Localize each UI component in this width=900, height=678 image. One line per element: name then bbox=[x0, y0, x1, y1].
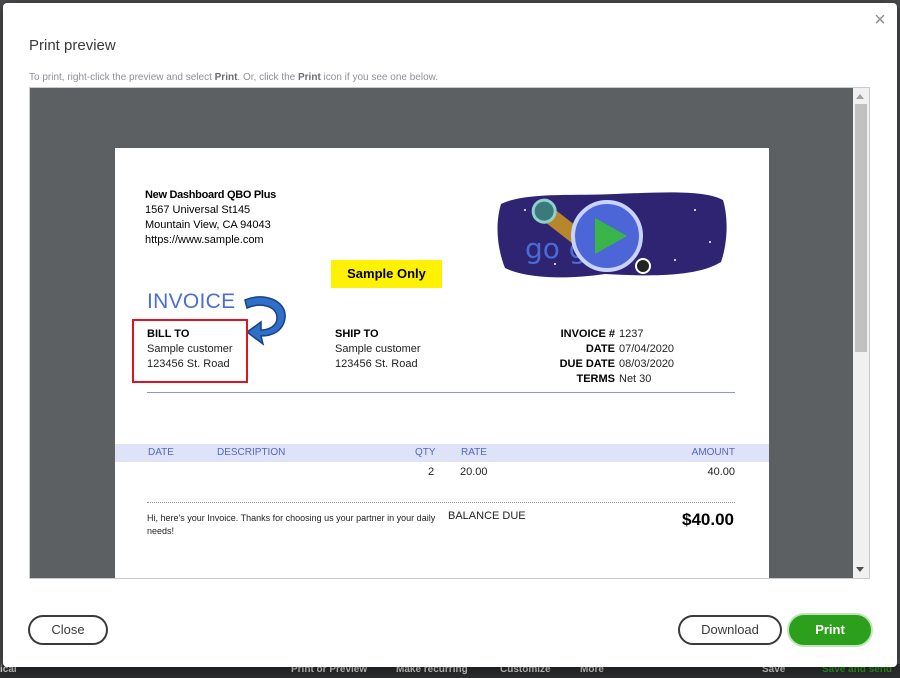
hint-text-1: To print, right-click the preview and se… bbox=[29, 72, 215, 83]
company-street: 1567 Universal St145 bbox=[145, 204, 251, 216]
hint-print-word-2: Print bbox=[298, 72, 321, 83]
header-divider bbox=[147, 392, 735, 393]
invoice-preview-frame[interactable]: New Dashboard QBO Plus 1567 Universal St… bbox=[29, 87, 870, 579]
meta-due-date: DUE DATE 08/03/2020 bbox=[545, 357, 674, 372]
invoice-heading: INVOICE bbox=[147, 290, 236, 313]
bill-to-address: 123456 St. Road bbox=[147, 358, 230, 370]
hint-text-3: icon if you see one below. bbox=[320, 72, 439, 83]
meta-key: DUE DATE bbox=[559, 358, 615, 370]
line-items-header: DATE DESCRIPTION QTY RATE AMOUNT bbox=[115, 444, 769, 462]
ship-to-section: SHIP TO Sample customer 123456 St. Road bbox=[335, 327, 421, 372]
invoice-meta: INVOICE # 1237 DATE 07/04/2020 DUE DATE 08/… bbox=[545, 327, 674, 387]
balance-due-label: BALANCE DUE bbox=[448, 510, 526, 522]
bill-to-heading: BILL TO bbox=[147, 328, 190, 340]
col-qty: QTY bbox=[415, 447, 436, 458]
print-button[interactable]: Print bbox=[789, 615, 871, 645]
invoice-message: Hi, here's your Invoice. Thanks for choo… bbox=[147, 513, 436, 536]
meta-key: DATE bbox=[585, 343, 615, 355]
cell-qty: 2 bbox=[428, 466, 435, 478]
col-description: DESCRIPTION bbox=[217, 447, 286, 458]
bill-to-section: BILL TO Sample customer 123456 St. Road bbox=[147, 327, 233, 372]
meta-terms: TERMS Net 30 bbox=[545, 372, 674, 387]
scroll-down-arrow-icon[interactable] bbox=[856, 567, 864, 572]
scroll-thumb[interactable] bbox=[855, 104, 867, 352]
meta-value: 08/03/2020 bbox=[619, 358, 675, 370]
close-button[interactable]: Close bbox=[28, 615, 108, 645]
ship-to-address: 123456 St. Road bbox=[335, 358, 418, 370]
dialog-title: Print preview bbox=[29, 37, 116, 54]
company-website: https://www.sample.com bbox=[145, 234, 264, 246]
download-button[interactable]: Download bbox=[678, 615, 782, 645]
close-icon[interactable]: × bbox=[871, 10, 889, 30]
company-logo-doodle: go gle bbox=[497, 192, 727, 278]
hint-print-word: Print bbox=[214, 72, 238, 83]
col-amount: AMOUNT bbox=[691, 447, 735, 458]
preview-scrollbar[interactable] bbox=[853, 88, 869, 578]
company-city: Mountain View, CA 94043 bbox=[145, 219, 271, 231]
col-date: DATE bbox=[148, 447, 174, 458]
company-info: New Dashboard QBO Plus 1567 Universal St… bbox=[145, 188, 276, 248]
invoice-page: New Dashboard QBO Plus 1567 Universal St… bbox=[115, 148, 769, 578]
bill-to-name: Sample customer bbox=[147, 343, 233, 355]
balance-due-amount: $40.00 bbox=[682, 510, 734, 529]
col-rate: RATE bbox=[461, 447, 487, 458]
print-preview-dialog: Print preview × To print, right-click th… bbox=[3, 3, 897, 667]
ship-to-heading: SHIP TO bbox=[335, 328, 379, 340]
meta-key: TERMS bbox=[576, 373, 616, 385]
meta-key: INVOICE # bbox=[560, 328, 615, 340]
sample-only-badge: Sample Only bbox=[331, 260, 442, 288]
footer-divider bbox=[147, 502, 735, 503]
ship-to-name: Sample customer bbox=[335, 343, 421, 355]
table-row: 2 20.00 40.00 bbox=[115, 466, 769, 482]
meta-value: 1237 bbox=[619, 328, 644, 340]
cell-rate: 20.00 bbox=[460, 466, 488, 478]
curved-arrow-icon bbox=[244, 296, 286, 346]
print-instructions: To print, right-click the preview and se… bbox=[29, 72, 438, 83]
meta-value: Net 30 bbox=[619, 373, 652, 385]
scroll-up-arrow-icon[interactable] bbox=[856, 94, 864, 99]
meta-date: DATE 07/04/2020 bbox=[545, 342, 674, 357]
meta-value: 07/04/2020 bbox=[619, 343, 675, 355]
cell-amount: 40.00 bbox=[707, 466, 735, 478]
hint-text-2: . Or, click the bbox=[237, 72, 298, 83]
company-name: New Dashboard QBO Plus bbox=[145, 189, 276, 201]
meta-invoice-number: INVOICE # 1237 bbox=[545, 327, 674, 342]
